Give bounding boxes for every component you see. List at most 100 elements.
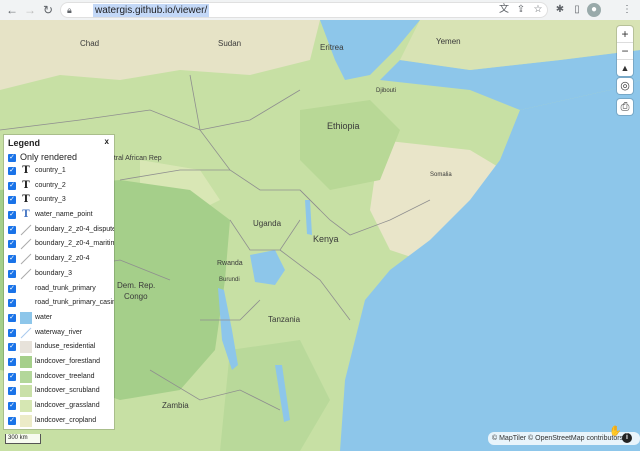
legend-item[interactable]: ✓ road_trunk_primary [8, 282, 114, 297]
legend-title: Legend [8, 138, 41, 148]
sidebar-icon[interactable]: ▯ [570, 3, 584, 17]
legend-item[interactable]: ✓ waterway_river [8, 326, 114, 341]
checkbox-icon[interactable]: ✓ [8, 255, 16, 264]
line-symbol-icon [20, 224, 32, 236]
legend-item[interactable]: ✓ road_trunk_primary_casing [8, 296, 114, 311]
line-symbol-icon [20, 239, 32, 250]
checkbox-icon[interactable]: ✓ [8, 328, 16, 337]
zoom-in-button[interactable]: + [617, 26, 633, 43]
legend-item[interactable]: ✓ landcover_cropland [8, 414, 114, 429]
back-icon[interactable]: ← [4, 2, 20, 18]
legend-item[interactable]: ✓ Tcountry_2 [8, 179, 114, 194]
zoom-out-button[interactable]: − [617, 43, 633, 60]
empty-symbol-icon [20, 283, 32, 295]
line-symbol-icon [20, 268, 32, 280]
checkbox-icon[interactable]: ✓ [8, 196, 16, 205]
legend-panel: Legend x ✓ Only rendered ✓ Tcountry_1 ✓ Tco… [4, 135, 114, 429]
hand-cursor-icon: ✋ [609, 426, 622, 437]
address-bar[interactable]: 🔒︎ watergis.github.io/viewer/ [60, 2, 548, 18]
checkbox-icon[interactable]: ✓ [8, 313, 16, 322]
lock-icon: 🔒︎ [67, 5, 72, 15]
legend-item[interactable]: ✓ landcover_grassland [8, 399, 114, 414]
label-eritrea: Eritrea [320, 43, 344, 52]
translate-icon[interactable]: 文 [497, 3, 511, 17]
legend-item[interactable]: ✓ water [8, 311, 114, 326]
scale-bar: 300 km [5, 434, 41, 444]
share-icon[interactable]: ⇪ [514, 3, 528, 17]
checkbox-icon[interactable]: ✓ [8, 211, 16, 220]
legend-item-label: landuse_residential [35, 343, 96, 351]
star-icon[interactable]: ☆ [531, 3, 545, 17]
legend-item-label: boundary_3 [35, 269, 72, 277]
legend-close-button[interactable]: x [105, 137, 109, 146]
legend-item[interactable]: ✓ landcover_treeland [8, 370, 114, 385]
checkbox-icon[interactable]: ✓ [8, 416, 16, 425]
checkbox-icon[interactable]: ✓ [8, 402, 16, 410]
legend-item-label: water_name_point [35, 211, 93, 219]
label-rwanda: Rwanda [217, 260, 243, 267]
browser-toolbar: ← → ↻ ⌂ 🔒︎ watergis.github.io/viewer/ 文 … [0, 0, 640, 21]
legend-item[interactable]: ✓ Tcountry_3 [8, 193, 114, 208]
checkbox-icon[interactable]: ✓ [8, 372, 16, 381]
label-burundi: Burundi [219, 277, 240, 283]
empty-symbol-icon [20, 297, 32, 309]
checkbox-icon[interactable]: ✓ [8, 284, 16, 293]
river-symbol-icon [20, 327, 32, 338]
label-yemen: Yemen [436, 37, 461, 46]
profile-avatar[interactable]: ● [587, 3, 601, 17]
legend-item[interactable]: ✓ Tcountry_1 [8, 164, 114, 179]
print-icon[interactable]: ⎙ [617, 99, 633, 115]
text-symbol-icon: T [22, 165, 30, 176]
geolocate-icon[interactable]: ◎ [617, 78, 633, 94]
fill-symbol-icon [20, 385, 32, 398]
forward-icon[interactable]: → [22, 2, 38, 18]
fill-symbol-icon [20, 355, 32, 368]
text-symbol-icon: T [22, 179, 30, 191]
checkbox-icon[interactable]: ✓ [8, 167, 16, 175]
legend-item-label: country_3 [35, 196, 66, 204]
legend-item-label: country_2 [35, 181, 66, 189]
legend-item[interactable]: ✓ boundary_2_z0-4 [8, 252, 114, 267]
checkbox-icon[interactable]: ✓ [8, 343, 16, 352]
legend-item[interactable]: ✓ boundary_3 [8, 267, 114, 282]
legend-item[interactable]: ✓ Twater_name_point [8, 208, 114, 223]
legend-item[interactable]: ✓ landuse_residential [8, 340, 114, 355]
label-djibouti: Djibouti [376, 88, 397, 94]
label-zambia: Zambia [162, 401, 189, 410]
checkbox-icon[interactable]: ✓ [8, 181, 16, 190]
checkbox-icon[interactable]: ✓ [8, 387, 16, 396]
legend-item-label: boundary_2_z0-4_disputed [35, 225, 114, 233]
checkbox-icon[interactable]: ✓ [8, 299, 16, 308]
legend-item[interactable]: ✓ boundary_2_z0-4_disputed [8, 223, 114, 238]
url-text[interactable]: watergis.github.io/viewer/ [93, 4, 210, 17]
info-icon[interactable]: i [622, 433, 632, 443]
fill-symbol-icon [20, 370, 32, 383]
compass-button[interactable]: ▲ [617, 60, 633, 76]
checkbox-icon[interactable]: ✓ [8, 269, 16, 278]
label-drc-2: Congo [124, 292, 148, 301]
menu-icon[interactable]: ⋮ [620, 3, 634, 17]
fill-symbol-icon [20, 414, 32, 427]
legend-item-label: country_1 [35, 167, 66, 174]
legend-item-label: landcover_forestland [35, 357, 100, 365]
legend-item[interactable]: ✓ boundary_2_z0-4_maritime [8, 237, 114, 252]
checkbox-icon[interactable]: ✓ [8, 240, 16, 249]
checkbox-icon[interactable]: ✓ [8, 154, 16, 162]
fill-symbol-icon [20, 400, 32, 412]
legend-item[interactable]: ✓ landcover_scrubland [8, 384, 114, 399]
legend-item-label: waterway_river [35, 328, 83, 336]
legend-item[interactable]: ✓ landcover_forestland [8, 355, 114, 370]
checkbox-icon[interactable]: ✓ [8, 357, 16, 366]
text-symbol-icon: T [22, 209, 30, 221]
label-somalia: Somalia [430, 172, 452, 178]
fill-symbol-icon [20, 341, 32, 354]
label-tanzania: Tanzania [268, 315, 301, 324]
extensions-icon[interactable]: ✱ [553, 3, 567, 17]
reload-icon[interactable]: ↻ [40, 2, 56, 18]
checkbox-icon[interactable]: ✓ [8, 225, 16, 234]
zoom-control: + − ▲ [617, 26, 633, 76]
label-ethiopia: Ethiopia [327, 121, 360, 131]
legend-item-label: landcover_treeland [35, 372, 95, 380]
label-drc-1: Dem. Rep. [117, 281, 156, 290]
line-symbol-icon [20, 253, 32, 265]
